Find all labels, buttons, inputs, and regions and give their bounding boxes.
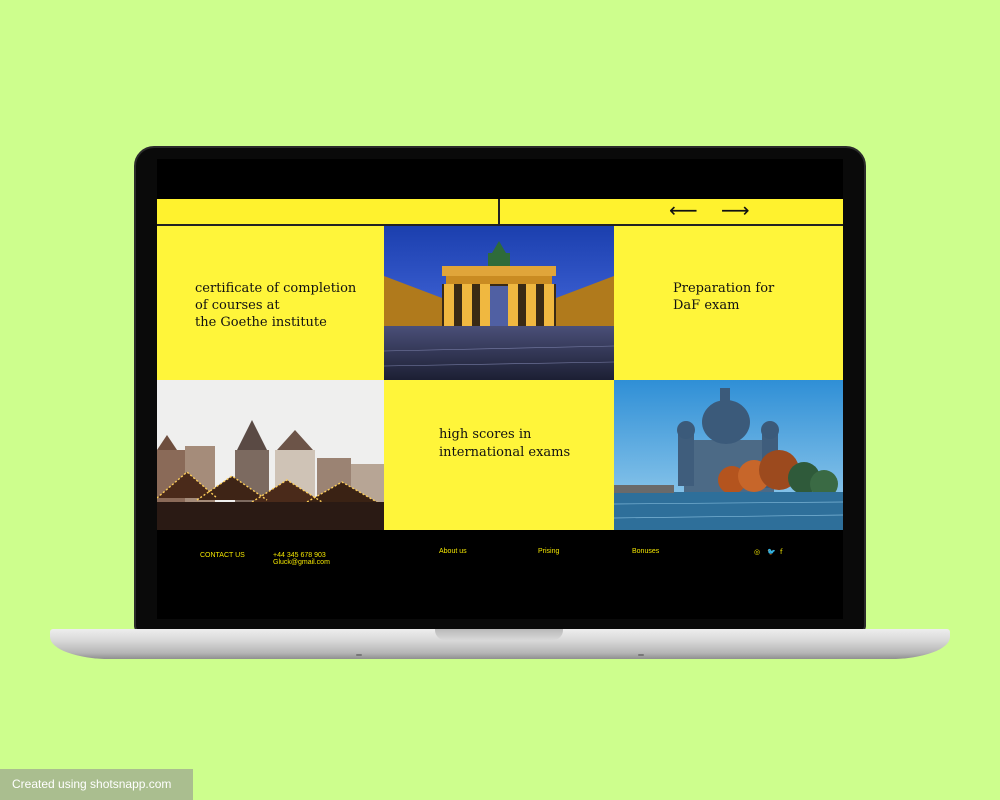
watermark: Created using shotsnapp.com: [0, 769, 193, 800]
laptop-notch: [435, 629, 563, 640]
laptop-foot-left: [356, 654, 362, 656]
brandenburg-gate-image: [384, 226, 614, 380]
daf-line-2: DaF exam: [673, 298, 740, 313]
certificate-line-3: the Goethe institute: [195, 315, 327, 330]
daf-exam-tile: Preparation for DaF exam: [614, 226, 843, 380]
footer-link-pricing[interactable]: Prising: [538, 548, 559, 556]
daf-line-1: Preparation for: [673, 281, 775, 296]
certificate-line-2: of courses at: [195, 298, 280, 313]
footer-link-about[interactable]: About us: [439, 548, 467, 556]
berlin-cathedral-illustration: [614, 380, 843, 530]
certificate-tile: certificate of completion of courses at …: [157, 226, 384, 380]
top-divider: [498, 199, 500, 226]
prev-arrow-icon[interactable]: ⟵: [669, 200, 698, 220]
contact-email[interactable]: Gluck@gmail.com: [273, 559, 330, 567]
facebook-icon[interactable]: f: [780, 548, 782, 556]
next-arrow-icon[interactable]: ⟶: [721, 200, 750, 220]
high-scores-line-1: high scores in: [439, 427, 532, 442]
christmas-market-image: [157, 380, 384, 530]
footer-link-bonuses[interactable]: Bonuses: [632, 548, 659, 556]
laptop-foot-right: [638, 654, 644, 656]
laptop-screen: ⟵ ⟶ certificate of completion of courses…: [157, 159, 843, 619]
certificate-line-1: certificate of completion: [195, 281, 357, 296]
brandenburg-gate-illustration: [384, 226, 614, 380]
twitter-icon[interactable]: 🐦: [767, 548, 776, 556]
contact-label: CONTACT US: [200, 552, 245, 559]
high-scores-tile: high scores in international exams: [384, 380, 614, 530]
high-scores-line-2: international exams: [439, 445, 571, 460]
top-bar: ⟵ ⟶: [157, 199, 843, 226]
christmas-market-illustration: [157, 380, 384, 530]
berlin-cathedral-image: [614, 380, 843, 530]
instagram-icon[interactable]: ◎: [754, 548, 760, 556]
laptop-base: [50, 629, 950, 659]
